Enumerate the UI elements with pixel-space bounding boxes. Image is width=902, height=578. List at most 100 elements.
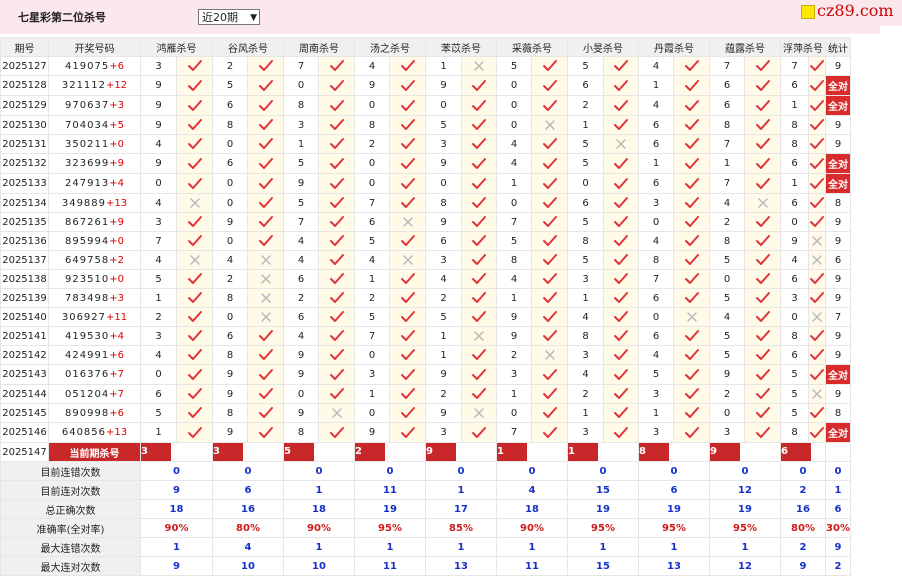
check-icon — [176, 364, 213, 385]
summary-value: 2 — [780, 480, 826, 500]
pick-cell: 2 — [709, 384, 745, 404]
check-icon — [531, 212, 568, 232]
summary-value: 19 — [567, 499, 639, 519]
col-expert[interactable]: 小旻杀号 — [567, 37, 639, 57]
period-range-select[interactable]: 近20期 ▼ — [198, 9, 260, 25]
stat-cell: 全对 — [825, 153, 851, 174]
stat-cell: 9 — [825, 269, 851, 289]
pick-cell: 0 — [567, 173, 604, 194]
col-expert[interactable]: 采薇杀号 — [496, 37, 568, 57]
pick-cell: 5 — [567, 212, 604, 232]
col-expert[interactable]: 蕴露杀号 — [709, 37, 781, 57]
pick-cell: 0 — [496, 193, 532, 213]
col-expert[interactable]: 周南杀号 — [283, 37, 355, 57]
pick-cell: 4 — [496, 269, 532, 289]
col-expert[interactable]: 谷风杀号 — [212, 37, 284, 57]
period-cell: 2025128 — [0, 75, 49, 96]
summary-value: 80% — [212, 518, 284, 538]
pick-cell: 5 — [709, 345, 745, 365]
pick-cell: 5 — [567, 250, 604, 270]
draw-sum: +6 — [109, 349, 124, 361]
check-icon — [176, 288, 213, 308]
pick-cell: 9 — [283, 364, 319, 385]
check-icon — [673, 384, 710, 404]
check-icon — [176, 153, 213, 174]
draw-cell: 016376+7 — [48, 364, 141, 385]
summary-value: 12 — [709, 480, 781, 500]
check-icon — [531, 173, 568, 194]
pick-cell: 4 — [283, 231, 319, 251]
col-expert[interactable]: 鸿雁杀号 — [140, 37, 213, 57]
check-icon — [808, 56, 826, 76]
pick-cell: 6 — [567, 193, 604, 213]
pick-cell: 0 — [354, 173, 390, 194]
pick-cell: 6 — [780, 193, 809, 213]
check-icon — [531, 250, 568, 270]
col-expert[interactable]: 苯苡杀号 — [425, 37, 497, 57]
check-icon — [673, 326, 710, 346]
check-icon — [318, 307, 355, 327]
check-icon — [461, 307, 497, 327]
check-icon — [176, 173, 213, 194]
current-pick-badge: 8 — [639, 443, 669, 461]
stat-value: 6 — [834, 254, 842, 266]
draw-number: 419530 — [65, 330, 110, 342]
check-icon — [531, 75, 568, 96]
draw-number: 419075 — [65, 60, 110, 72]
summary-value: 1 — [425, 480, 497, 500]
pick-cell: 3 — [354, 364, 390, 385]
check-icon — [176, 212, 213, 232]
pick-cell: 9 — [709, 364, 745, 385]
pick-cell: 4 — [140, 193, 177, 213]
cross-icon — [808, 307, 826, 327]
pick-cell: 8 — [780, 326, 809, 346]
site-logo[interactable]: cz89.com — [707, 0, 902, 26]
draw-cell: 890998+6 — [48, 403, 141, 423]
pick-cell: 4 — [780, 250, 809, 270]
pick-cell: 7 — [140, 231, 177, 251]
pick-cell: 2 — [354, 288, 390, 308]
check-icon — [673, 193, 710, 213]
check-icon — [389, 75, 426, 96]
check-icon — [247, 193, 284, 213]
pick-cell: 9 — [283, 173, 319, 194]
check-icon — [744, 212, 781, 232]
logo-text: cz89.com — [817, 1, 894, 20]
col-expert[interactable]: 汤之杀号 — [354, 37, 426, 57]
pick-cell: 5 — [283, 153, 319, 174]
current-pick-badge: 1 — [497, 443, 527, 461]
col-expert[interactable]: 浮萍杀号 — [780, 37, 826, 57]
pick-cell: 3 — [425, 250, 462, 270]
stat-cell: 9 — [825, 212, 851, 232]
pick-cell: 5 — [212, 75, 248, 96]
pick-cell: 4 — [212, 250, 248, 270]
pick-cell: 2 — [567, 384, 604, 404]
check-icon — [603, 56, 639, 76]
check-icon — [176, 422, 213, 443]
stat-value: 9 — [834, 330, 842, 342]
pick-cell: 2 — [496, 345, 532, 365]
check-icon — [461, 250, 497, 270]
check-icon — [247, 403, 284, 423]
col-expert[interactable]: 丹霞杀号 — [638, 37, 710, 57]
check-icon — [176, 75, 213, 96]
pick-cell: 0 — [496, 95, 532, 116]
draw-sum: +11 — [106, 311, 128, 323]
pick-cell: 4 — [283, 326, 319, 346]
pick-cell: 3 — [638, 384, 674, 404]
summary-value: 11 — [354, 480, 426, 500]
pick-cell: 8 — [212, 115, 248, 135]
check-icon — [461, 212, 497, 232]
pick-cell: 0 — [425, 173, 462, 194]
current-stat-empty — [825, 442, 851, 462]
check-icon — [673, 56, 710, 76]
draw-sum: +7 — [109, 369, 124, 380]
check-icon — [808, 153, 826, 174]
draw-sum: +3 — [109, 100, 124, 111]
draw-number: 704034 — [65, 119, 110, 131]
pick-cell: 8 — [283, 422, 319, 443]
pick-cell: 7 — [496, 422, 532, 443]
pick-cell: 0 — [638, 307, 674, 327]
summary-value: 0 — [212, 461, 284, 481]
stat-value: 9 — [834, 235, 842, 247]
